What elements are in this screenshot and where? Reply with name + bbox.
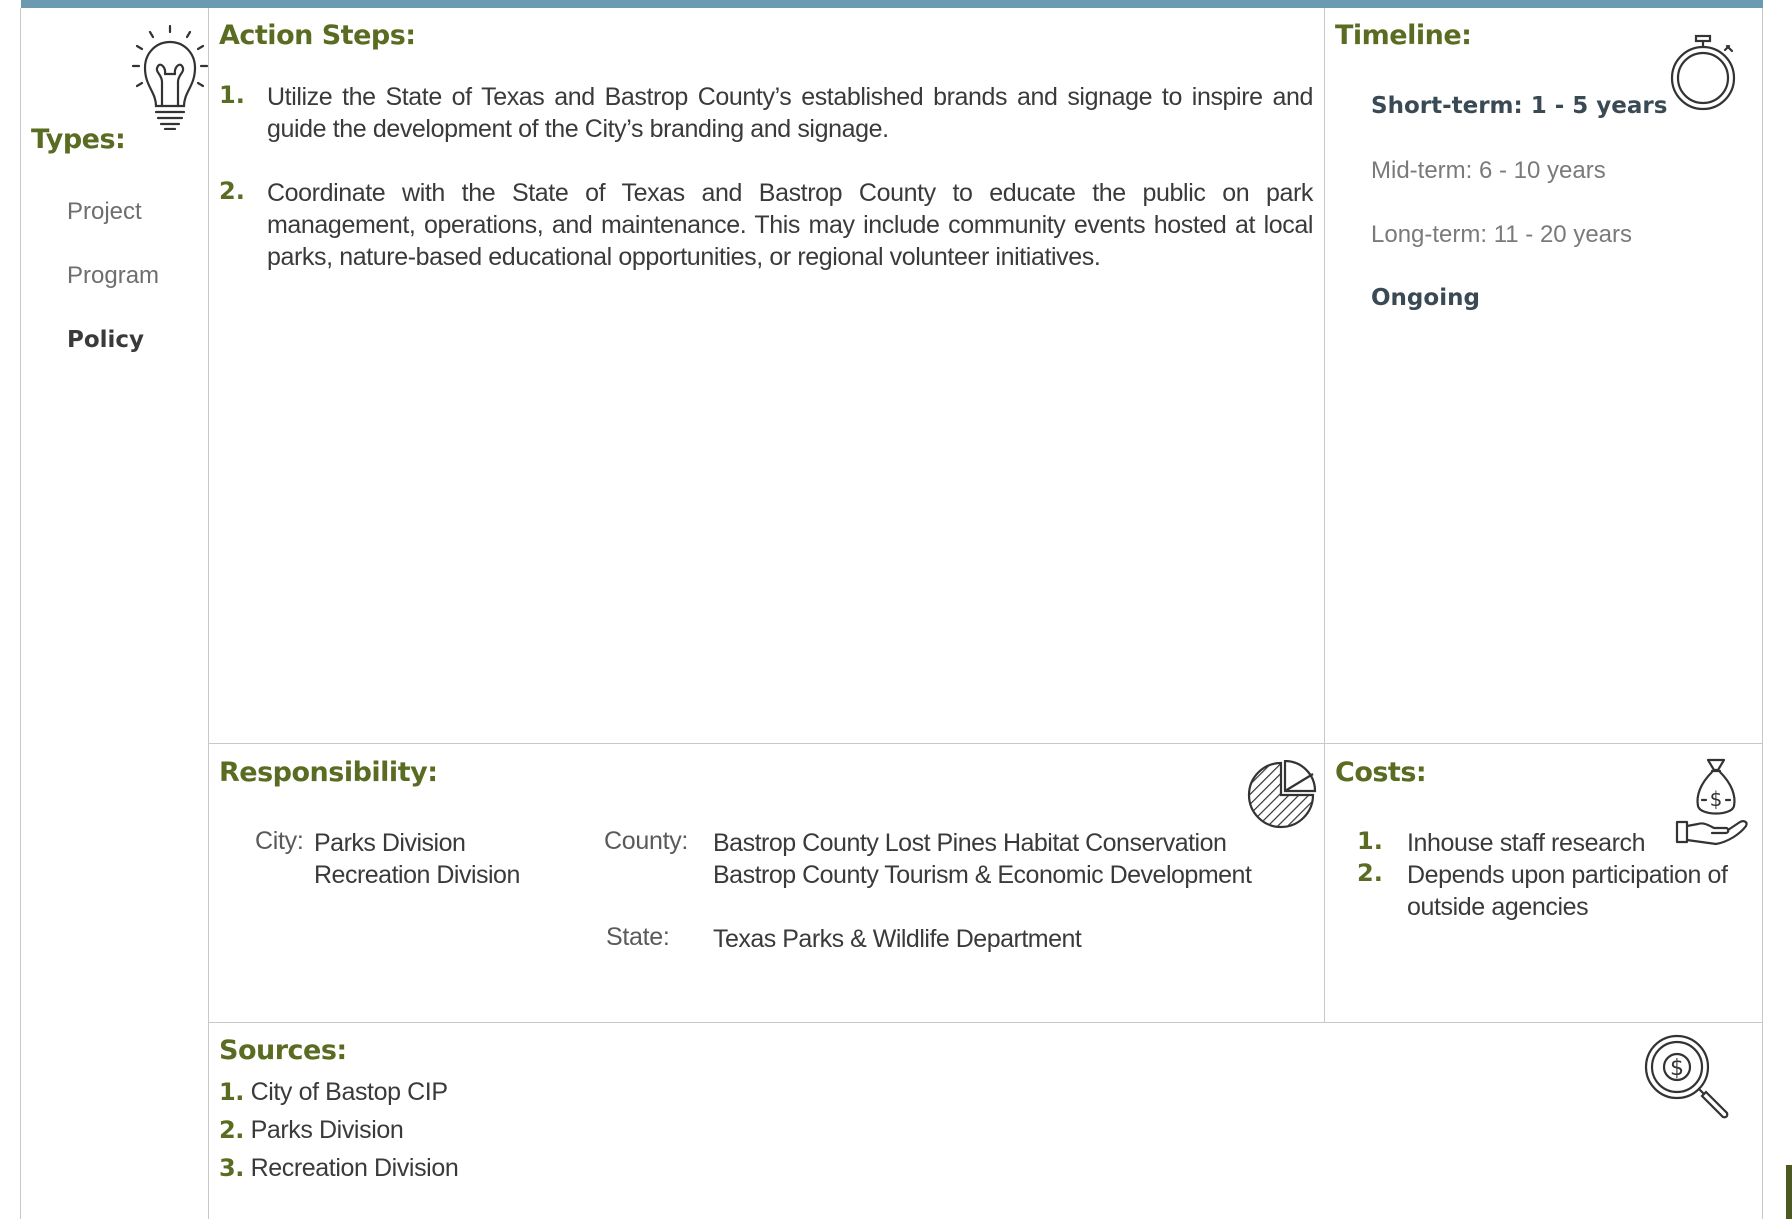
timeline-long-term: Long-term: 11 - 20 years xyxy=(1371,221,1633,248)
cost-item-text: Inhouse staff research xyxy=(1407,829,1646,857)
responsibility-heading: Responsibility: xyxy=(219,757,438,788)
source-item-number: 1. xyxy=(219,1078,245,1106)
action-step-text: Coordinate with the State of Texas and B… xyxy=(267,179,1313,271)
timeline-mid-term: Mid-term: 6 - 10 years xyxy=(1371,157,1606,184)
type-project: Project xyxy=(67,198,142,225)
action-step-2: 2. Coordinate with the State of Texas an… xyxy=(219,177,1313,273)
source-item-1: 1. City of Bastop CIP xyxy=(219,1078,448,1107)
svg-text:$: $ xyxy=(1710,787,1723,811)
responsibility-county-label: County: xyxy=(604,827,689,855)
source-item-text: City of Bastop CIP xyxy=(250,1078,448,1106)
action-steps-heading: Action Steps: xyxy=(219,20,416,51)
types-heading: Types: xyxy=(31,124,126,155)
middle-row-divider xyxy=(208,743,1762,744)
frame-left-border xyxy=(20,8,21,1219)
dollar-magnifier-icon: $ xyxy=(1644,1034,1730,1120)
type-program: Program xyxy=(67,262,160,289)
responsibility-state-label: State: xyxy=(606,923,670,951)
cost-item-2: 2. Depends upon participation of outside… xyxy=(1357,859,1747,923)
action-step-1: 1. Utilize the State of Texas and Bastro… xyxy=(219,81,1313,145)
cost-item-number: 2. xyxy=(1357,859,1383,887)
source-item-2: 2. Parks Division xyxy=(219,1116,404,1145)
timeline-heading: Timeline: xyxy=(1335,20,1472,51)
responsibility-city-value-2: Recreation Division xyxy=(314,861,520,889)
page-edge-tab xyxy=(1786,1165,1792,1219)
timeline-column-divider xyxy=(1324,8,1325,1022)
source-item-number: 2. xyxy=(219,1116,245,1144)
svg-text:$: $ xyxy=(1670,1056,1684,1081)
top-accent-bar xyxy=(21,0,1763,8)
cost-item-text: Depends upon participation of outside ag… xyxy=(1407,861,1728,921)
sources-heading: Sources: xyxy=(219,1035,347,1066)
source-item-text: Recreation Division xyxy=(250,1154,459,1182)
types-column-divider xyxy=(208,8,209,1219)
responsibility-county-value-1: Bastrop County Lost Pines Habitat Conser… xyxy=(713,829,1227,857)
timeline-short-term: Short-term: 1 - 5 years xyxy=(1371,93,1668,119)
responsibility-city-label: City: xyxy=(255,827,304,855)
action-step-text: Utilize the State of Texas and Bastrop C… xyxy=(267,83,1313,143)
source-item-3: 3. Recreation Division xyxy=(219,1154,459,1183)
source-item-number: 3. xyxy=(219,1154,245,1182)
responsibility-city-value-1: Parks Division xyxy=(314,829,466,857)
bottom-row-divider xyxy=(208,1022,1762,1023)
costs-heading: Costs: xyxy=(1335,757,1427,788)
cost-item-number: 1. xyxy=(1357,827,1383,855)
lightbulb-icon xyxy=(132,24,208,130)
frame-right-border xyxy=(1762,8,1763,1219)
action-step-number: 1. xyxy=(219,81,245,109)
stopwatch-icon xyxy=(1668,34,1738,112)
timeline-ongoing: Ongoing xyxy=(1371,285,1480,311)
action-step-number: 2. xyxy=(219,177,245,205)
type-policy: Policy xyxy=(67,327,145,353)
cost-item-1: 1. Inhouse staff research xyxy=(1357,827,1747,859)
responsibility-county-value-2: Bastrop County Tourism & Economic Develo… xyxy=(713,861,1252,889)
source-item-text: Parks Division xyxy=(250,1116,404,1144)
responsibility-state-value: Texas Parks & Wildlife Department xyxy=(713,925,1082,953)
pie-chart-icon xyxy=(1244,760,1318,830)
